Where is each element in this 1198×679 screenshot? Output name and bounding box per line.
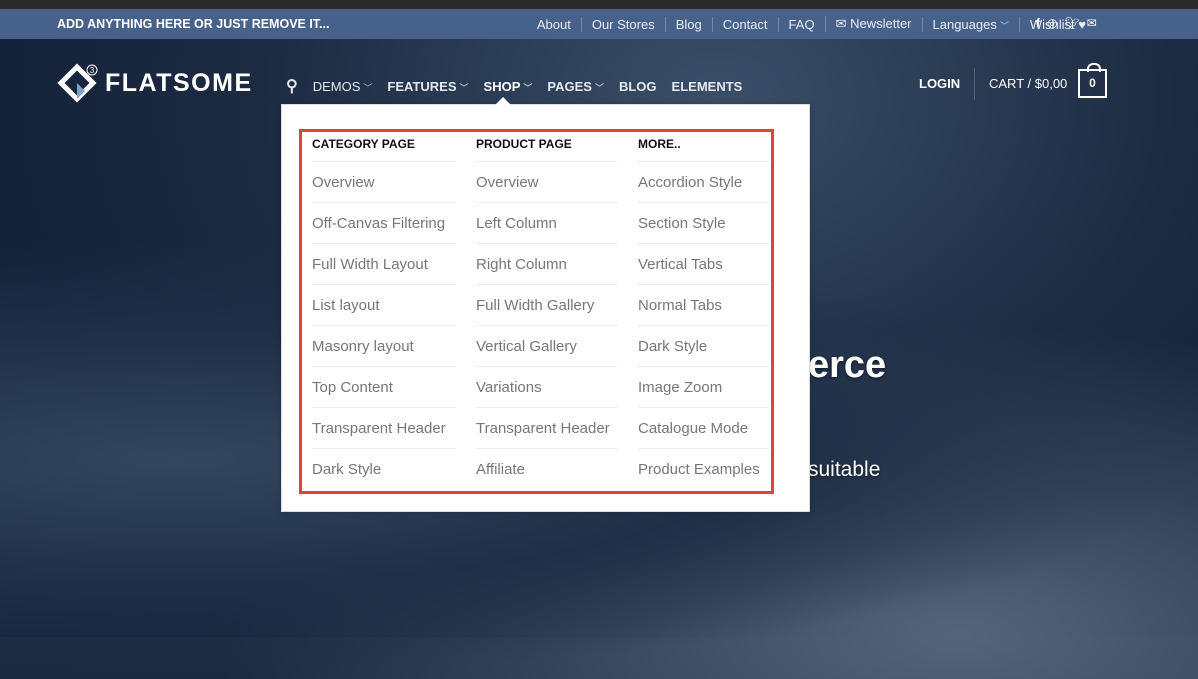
- chevron-down-icon: ﹀: [523, 82, 533, 93]
- menu-item[interactable]: Right Column: [476, 244, 617, 285]
- chevron-down-icon: ﹀: [594, 82, 604, 93]
- logo-text: FLATSOME: [105, 68, 253, 97]
- column-heading[interactable]: MORE..: [638, 130, 769, 162]
- hero-title: erce: [808, 344, 887, 386]
- menu-item[interactable]: Accordion Style: [638, 162, 769, 203]
- nav-demos[interactable]: DEMOS ﹀: [313, 79, 373, 94]
- promo-text: ADD ANYTHING HERE OR JUST REMOVE IT...: [57, 17, 330, 31]
- menu-item[interactable]: Product Examples: [638, 449, 769, 490]
- menu-item[interactable]: Affiliate: [476, 449, 617, 490]
- menu-item[interactable]: Overview: [312, 162, 456, 203]
- column-product-page: PRODUCT PAGE Overview Left Column Right …: [476, 130, 617, 490]
- chevron-down-icon: ﹀: [363, 82, 373, 93]
- nav-pages[interactable]: PAGES ﹀: [547, 79, 604, 94]
- top-link-about[interactable]: About: [527, 17, 581, 32]
- menu-item[interactable]: Full Width Layout: [312, 244, 456, 285]
- login-link[interactable]: LOGIN: [919, 76, 960, 91]
- menu-item[interactable]: Left Column: [476, 203, 617, 244]
- nav-shop[interactable]: SHOP ﹀: [484, 79, 533, 94]
- nav-features[interactable]: FEATURES ﹀: [387, 79, 468, 94]
- menu-item[interactable]: Catalogue Mode: [638, 408, 769, 449]
- instagram-icon[interactable]: ◎: [1047, 16, 1057, 30]
- top-link-languages[interactable]: Languages ﹀: [921, 16, 1019, 32]
- envelope-icon: ✉: [835, 16, 847, 31]
- window-top-strip: [0, 0, 1198, 9]
- top-link-contact[interactable]: Contact: [711, 16, 778, 32]
- nav-blog[interactable]: BLOG: [619, 79, 657, 94]
- divider: [974, 68, 975, 100]
- menu-item[interactable]: List layout: [312, 285, 456, 326]
- column-heading[interactable]: PRODUCT PAGE: [476, 130, 617, 162]
- top-link-blog[interactable]: Blog: [664, 16, 712, 32]
- cart-link[interactable]: CART / $0,00: [989, 76, 1067, 91]
- menu-item[interactable]: Transparent Header: [476, 408, 617, 449]
- menu-item[interactable]: Masonry layout: [312, 326, 456, 367]
- top-link-newsletter[interactable]: ✉ Newsletter: [824, 16, 922, 32]
- twitter-icon[interactable]: 🐦︎: [1064, 16, 1079, 30]
- menu-item[interactable]: Image Zoom: [638, 367, 769, 408]
- svg-text:3: 3: [90, 66, 95, 75]
- logo-mark-icon: 3: [57, 63, 98, 103]
- top-link-faq[interactable]: FAQ: [777, 16, 825, 32]
- menu-item[interactable]: Vertical Tabs: [638, 244, 769, 285]
- newsletter-label: Newsletter: [850, 16, 912, 31]
- menu-item[interactable]: Top Content: [312, 367, 456, 408]
- menu-item[interactable]: Transparent Header: [312, 408, 456, 449]
- menu-item[interactable]: Vertical Gallery: [476, 326, 617, 367]
- facebook-icon[interactable]: f: [1036, 16, 1040, 30]
- menu-item[interactable]: Normal Tabs: [638, 285, 769, 326]
- menu-item[interactable]: Variations: [476, 367, 617, 408]
- languages-label: Languages: [932, 16, 997, 32]
- column-category-page: CATEGORY PAGE Overview Off-Canvas Filter…: [312, 130, 456, 490]
- main-nav: ⚲ DEMOS ﹀ FEATURES ﹀ SHOP ﹀ PAGES ﹀ BLOG ELE…: [286, 76, 757, 96]
- nav-elements[interactable]: ELEMENTS: [672, 79, 743, 94]
- chevron-down-icon: ﹀: [459, 82, 469, 93]
- email-icon[interactable]: ✉: [1087, 16, 1097, 30]
- menu-item[interactable]: Dark Style: [312, 449, 456, 490]
- menu-item[interactable]: Dark Style: [638, 326, 769, 367]
- chevron-down-icon: ﹀: [999, 20, 1009, 31]
- column-more: MORE.. Accordion Style Section Style Ver…: [638, 130, 769, 490]
- column-heading[interactable]: CATEGORY PAGE: [312, 130, 456, 162]
- menu-item[interactable]: Full Width Gallery: [476, 285, 617, 326]
- logo[interactable]: 3 FLATSOME: [57, 63, 253, 103]
- hero-text: suitable: [808, 458, 881, 481]
- top-link-stores[interactable]: Our Stores: [580, 16, 665, 32]
- menu-item[interactable]: Section Style: [638, 203, 769, 244]
- top-bar: ADD ANYTHING HERE OR JUST REMOVE IT... A…: [0, 9, 1198, 39]
- search-icon[interactable]: ⚲: [286, 76, 298, 96]
- cart-bag-icon[interactable]: 0: [1078, 63, 1107, 98]
- menu-item[interactable]: Off-Canvas Filtering: [312, 203, 456, 244]
- menu-item[interactable]: Overview: [476, 162, 617, 203]
